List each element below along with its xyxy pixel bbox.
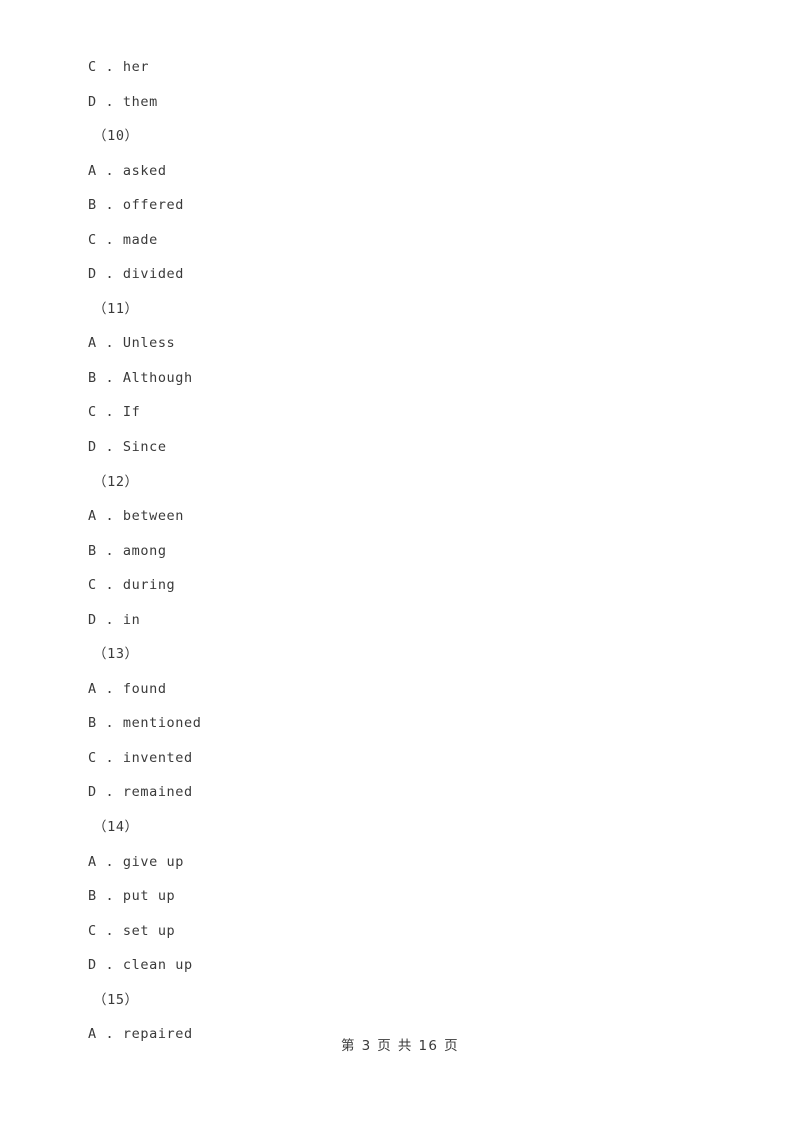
answer-option: B . mentioned bbox=[88, 715, 202, 732]
answer-option: A . found bbox=[88, 680, 167, 697]
answer-option: A . give up bbox=[88, 853, 185, 870]
answer-option: D . divided bbox=[88, 266, 185, 283]
answer-option: D . clean up bbox=[88, 957, 193, 974]
answer-option: B . Although bbox=[88, 369, 193, 386]
answer-option: D . in bbox=[88, 611, 141, 628]
answer-option: B . offered bbox=[88, 197, 185, 214]
question-number: （12） bbox=[93, 473, 139, 490]
answer-option: A . between bbox=[88, 508, 185, 525]
document-page: C . her D . them （10） A . asked B . offered C… bbox=[0, 0, 800, 1132]
answer-option: B . among bbox=[88, 542, 167, 559]
question-number: （14） bbox=[93, 819, 139, 836]
answer-option: D . them bbox=[88, 93, 158, 110]
question-number: （10） bbox=[93, 128, 139, 145]
answer-option: A . asked bbox=[88, 162, 167, 179]
question-options-list: C . her D . them （10） A . asked B . offered C… bbox=[88, 50, 708, 1052]
answer-option: D . Since bbox=[88, 439, 167, 456]
answer-option: C . made bbox=[88, 231, 158, 248]
answer-option: C . set up bbox=[88, 922, 176, 939]
answer-option: C . during bbox=[88, 577, 176, 594]
question-number: （15） bbox=[93, 991, 139, 1008]
answer-option: D . remained bbox=[88, 784, 193, 801]
answer-option: C . invented bbox=[88, 749, 193, 766]
answer-option: B . put up bbox=[88, 888, 176, 905]
answer-option: A . Unless bbox=[88, 335, 176, 352]
answer-option: C . her bbox=[88, 59, 150, 75]
answer-option: C . If bbox=[88, 404, 141, 421]
question-number: （13） bbox=[93, 646, 139, 663]
page-footer: 第 3 页 共 16 页 bbox=[340, 1038, 460, 1054]
question-number: （11） bbox=[93, 300, 139, 317]
